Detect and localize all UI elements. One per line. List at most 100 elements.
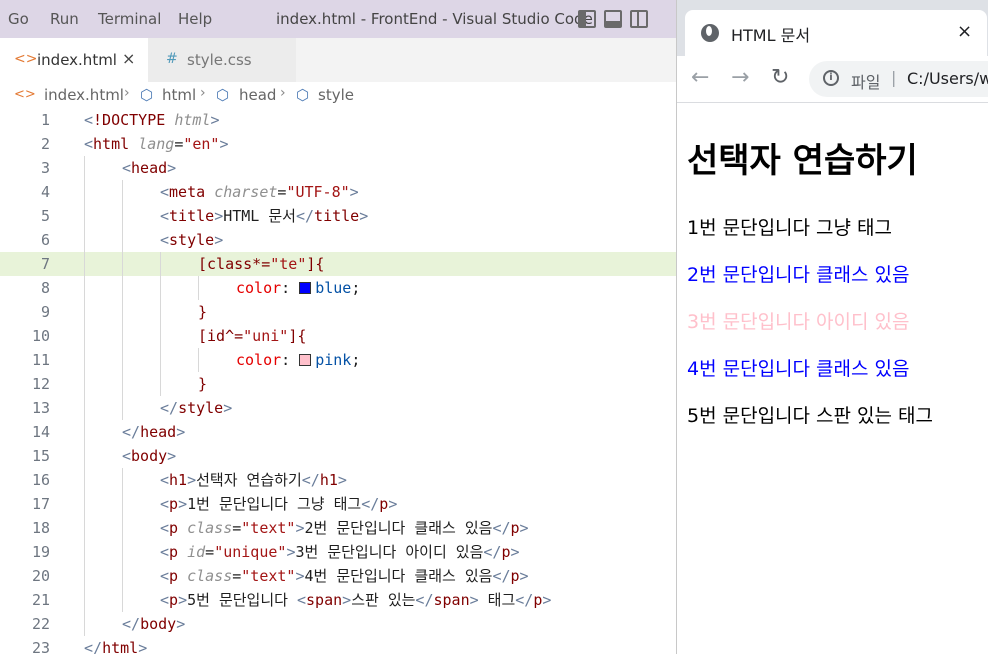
address-scheme-label: 파일 <box>851 73 881 92</box>
toggle-panel-icon[interactable] <box>604 10 622 28</box>
browser-tab-strip: HTML 문서 × <box>677 0 988 56</box>
code-line: 15 <body> <box>0 444 676 468</box>
page-heading: 선택자 연습하기 <box>687 141 918 181</box>
code-line: 11 color: pink; <box>0 348 676 372</box>
code-text: </style> <box>160 399 233 417</box>
tab-index-html[interactable]: <> index.html × <box>0 38 148 82</box>
window-title: index.html - FrontEnd - Visual Studio Co… <box>276 10 593 28</box>
code-line: 21 <p>5번 문단입니다 <span>스판 있는</span> 태그</p> <box>0 588 676 612</box>
breadcrumb-item[interactable]: head <box>239 86 276 104</box>
code-line: 10 [id^="uni"]{ <box>0 324 676 348</box>
menu-go[interactable]: Go <box>8 10 29 28</box>
menu-terminal[interactable]: Terminal <box>98 10 161 28</box>
globe-icon <box>701 24 719 42</box>
paragraph-4: 4번 문단입니다 클래스 있음 <box>687 358 910 380</box>
code-line: 18 <p class="text">2번 문단입니다 클래스 있음</p> <box>0 516 676 540</box>
code-text: } <box>198 303 208 321</box>
back-icon[interactable]: ← <box>691 65 709 90</box>
breadcrumb-item[interactable]: style <box>318 86 354 104</box>
line-number: 15 <box>31 447 50 465</box>
chevron-right-icon: › <box>200 85 206 101</box>
code-text: [id^="uni"]{ <box>198 327 307 345</box>
code-text: <p class="text">2번 문단입니다 클래스 있음</p> <box>160 519 529 537</box>
breadcrumb-item[interactable]: index.html <box>44 86 124 104</box>
color-swatch-pink[interactable] <box>299 354 312 366</box>
code-text: <p>1번 문단입니다 그냥 태그</p> <box>160 495 398 513</box>
menu-run[interactable]: Run <box>50 10 79 28</box>
browser-toolbar: ← → ↻ i 파일 | C:/Users/w <box>677 56 988 102</box>
code-text: <html lang="en"> <box>84 135 229 153</box>
code-line: 1 <!DOCTYPE html> <box>0 108 676 132</box>
reload-icon[interactable]: ↻ <box>771 65 789 90</box>
code-line: 4 <meta charset="UTF-8"> <box>0 180 676 204</box>
breadcrumb-item[interactable]: html <box>162 86 196 104</box>
tab-style-css[interactable]: # style.css <box>148 38 296 82</box>
line-number: 5 <box>40 207 50 225</box>
paragraph-2: 2번 문단입니다 클래스 있음 <box>687 264 910 286</box>
code-text: </head> <box>122 423 186 441</box>
chevron-right-icon: › <box>124 85 130 101</box>
toggle-sidebar-icon[interactable] <box>578 10 596 28</box>
code-line: 17 <p>1번 문단입니다 그냥 태그</p> <box>0 492 676 516</box>
line-number: 14 <box>31 423 50 441</box>
close-icon[interactable]: × <box>122 49 135 68</box>
title-bar: Go Run Terminal Help index.html - FrontE… <box>0 0 676 38</box>
code-text: <!DOCTYPE html> <box>84 111 220 129</box>
line-number: 22 <box>31 615 50 633</box>
code-line: 19 <p id="unique">3번 문단입니다 아이디 있음</p> <box>0 540 676 564</box>
forward-icon[interactable]: → <box>731 65 749 90</box>
line-number: 23 <box>31 639 50 654</box>
line-number: 4 <box>40 183 50 201</box>
code-line: 13 </style> <box>0 396 676 420</box>
html-file-icon: <> <box>14 51 38 67</box>
element-icon: ⬡ <box>216 86 230 104</box>
breadcrumb: <> index.html › ⬡ html › ⬡ head › ⬡ styl… <box>0 84 676 108</box>
menu-help[interactable]: Help <box>178 10 212 28</box>
line-number: 6 <box>40 231 50 249</box>
code-line: 8 color: blue; <box>0 276 676 300</box>
element-icon: ⬡ <box>140 86 154 104</box>
paragraph-1: 1번 문단입니다 그냥 태그 <box>687 217 893 239</box>
vscode-window: Go Run Terminal Help index.html - FrontE… <box>0 0 676 654</box>
code-text: } <box>198 375 208 393</box>
line-number: 7 <box>40 255 50 273</box>
code-text: [class*="te"]{ <box>198 255 325 273</box>
code-line: 23 </html> <box>0 636 676 654</box>
color-swatch-blue[interactable] <box>299 282 312 294</box>
code-line: 3 <head> <box>0 156 676 180</box>
info-icon[interactable]: i <box>823 70 839 86</box>
toggle-secondary-sidebar-icon[interactable] <box>630 10 648 28</box>
browser-tab[interactable]: HTML 문서 × <box>685 10 987 56</box>
line-number: 19 <box>31 543 50 561</box>
line-number: 3 <box>40 159 50 177</box>
line-number: 18 <box>31 519 50 537</box>
css-file-icon: # <box>166 51 178 67</box>
chevron-right-icon: › <box>280 85 286 101</box>
code-text: <style> <box>160 231 224 249</box>
code-text: <head> <box>122 159 177 177</box>
line-number: 12 <box>31 375 50 393</box>
html-file-icon: <> <box>14 87 36 102</box>
close-icon[interactable]: × <box>957 21 972 42</box>
browser-tab-title: HTML 문서 <box>731 26 811 45</box>
code-line: 14 </head> <box>0 420 676 444</box>
code-text: color: pink; <box>236 351 361 369</box>
line-number: 10 <box>31 327 50 345</box>
code-line: 6 <style> <box>0 228 676 252</box>
editor-tabs: <> index.html × # style.css <box>0 38 676 82</box>
address-bar[interactable]: i 파일 | C:/Users/w <box>809 61 988 97</box>
browser-window: HTML 문서 × ← → ↻ i 파일 | C:/Users/w 선택자 연습… <box>676 0 988 654</box>
address-url[interactable]: C:/Users/w <box>907 69 988 88</box>
line-number: 2 <box>40 135 50 153</box>
paragraph-5: 5번 문단입니다 스판 있는 태그 <box>687 405 934 427</box>
tab-label: index.html <box>37 51 117 69</box>
element-icon: ⬡ <box>296 86 310 104</box>
code-editor[interactable]: 1 <!DOCTYPE html> 2 <html lang="en"> 3 <… <box>0 108 676 654</box>
line-number: 20 <box>31 567 50 585</box>
code-text: <p class="text">4번 문단입니다 클래스 있음</p> <box>160 567 529 585</box>
code-line: 2 <html lang="en"> <box>0 132 676 156</box>
web-page-content: 선택자 연습하기 1번 문단입니다 그냥 태그 2번 문단입니다 클래스 있음 … <box>677 103 988 654</box>
code-line: 16 <h1>선택자 연습하기</h1> <box>0 468 676 492</box>
code-text: <h1>선택자 연습하기</h1> <box>160 471 347 489</box>
line-number: 9 <box>40 303 50 321</box>
